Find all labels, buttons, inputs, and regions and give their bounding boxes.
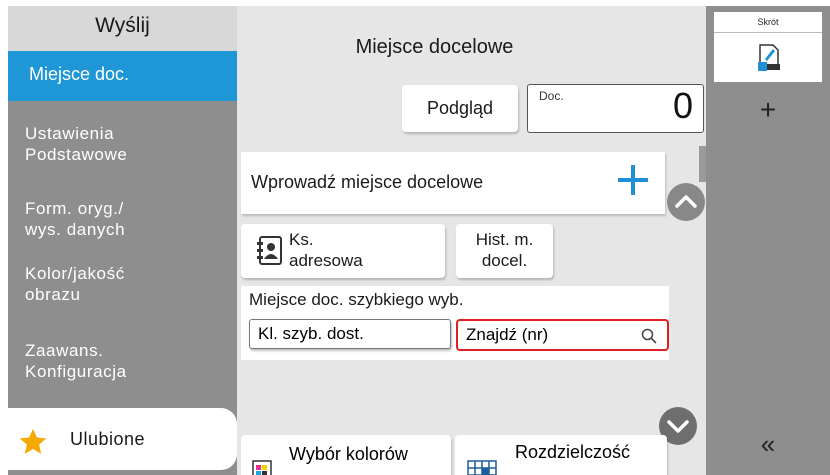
page-title: Miejsce docelowe [355,36,514,58]
nav-item-advanced[interactable]: Zaawans. Konfiguracja [8,340,237,390]
add-shortcut-button[interactable]: + [714,82,822,138]
destination-history-button[interactable]: Hist. m. docel. [456,224,553,278]
shortcut-tile[interactable] [714,32,822,82]
shortcut-doc-icon [758,44,780,71]
nav-item-label: obrazu [25,285,81,304]
address-book-label: Ks. adresowa [289,229,363,271]
color-palette-icon [252,460,272,475]
document-counter: Doc. 0 [527,84,704,133]
history-line: Hist. m. [475,230,534,249]
nav-item-label: Zaawans. [25,341,104,360]
address-book-line: Ks. [289,230,314,249]
doc-count: 0 [672,85,693,126]
color-selection-button[interactable]: Wybór kolorów [241,435,451,475]
find-number-label: Znajdź (nr) [466,325,549,344]
address-book-icon [257,236,282,265]
resolution-button[interactable]: Rozdzielczość [455,435,667,475]
favorites-label: Ulubione [70,429,146,449]
scroll-up-button[interactable] [667,183,705,221]
nav-item-color-quality[interactable]: Kolor/jakość obrazu [8,263,237,313]
nav-item-label: Kolor/jakość [25,264,125,283]
speed-dial-button[interactable]: Kl. szyb. dost. [249,319,451,349]
nav-item-label: Miejsce doc. [29,64,130,84]
color-selection-label: Wybór kolorów [289,444,408,464]
send-screen: Wyślij Miejsce doc. Ustawienia Podstawow… [8,6,830,475]
star-icon [19,428,47,454]
address-book-line: adresowa [289,251,363,270]
chevron-up-icon [675,195,697,208]
find-number-field[interactable]: Znajdź (nr) [456,319,669,351]
resolution-grid-icon [467,460,497,475]
nav-item-label: Podstawowe [25,145,128,164]
address-book-button[interactable]: Ks. adresowa [241,224,445,278]
nav-item-original-format[interactable]: Form. oryg./ wys. danych [8,198,237,248]
enter-destination-label: Wprowadź miejsce docelowe [251,172,484,192]
left-nav: Wyślij Miejsce doc. Ustawienia Podstawow… [8,6,237,475]
history-line: docel. [481,251,528,270]
nav-item-label: Form. oryg./ [25,199,124,218]
doc-label: Doc. [539,89,564,103]
main-panel: Miejsce docelowe Podgląd Doc. 0 Wprowadź… [237,6,713,475]
preview-button[interactable]: Podgląd [402,85,518,132]
nav-header: Wyślij [8,6,237,51]
collapse-panel-button[interactable]: « [714,424,822,464]
plus-icon [618,165,648,195]
shortcut-header: Skrót [714,12,822,32]
nav-item-label: Ustawienia [25,124,115,143]
nav-item-basic-settings[interactable]: Ustawienia Podstawowe [8,123,237,173]
resolution-label: Rozdzielczość [515,442,631,462]
enter-destination-button[interactable]: Wprowadź miejsce docelowe [241,152,665,214]
nav-item-label: Konfiguracja [25,362,127,381]
shortcut-panel: Skrót + « [706,6,830,475]
speed-dial-panel: Miejsce doc. szybkiego wyb. Kl. szyb. do… [241,286,669,360]
nav-item-destination[interactable]: Miejsce doc. [8,51,237,101]
speed-dial-title: Miejsce doc. szybkiego wyb. [249,290,464,309]
favorites-button[interactable]: Ulubione [8,408,237,470]
search-icon [641,328,657,344]
nav-item-label: wys. danych [25,220,126,239]
